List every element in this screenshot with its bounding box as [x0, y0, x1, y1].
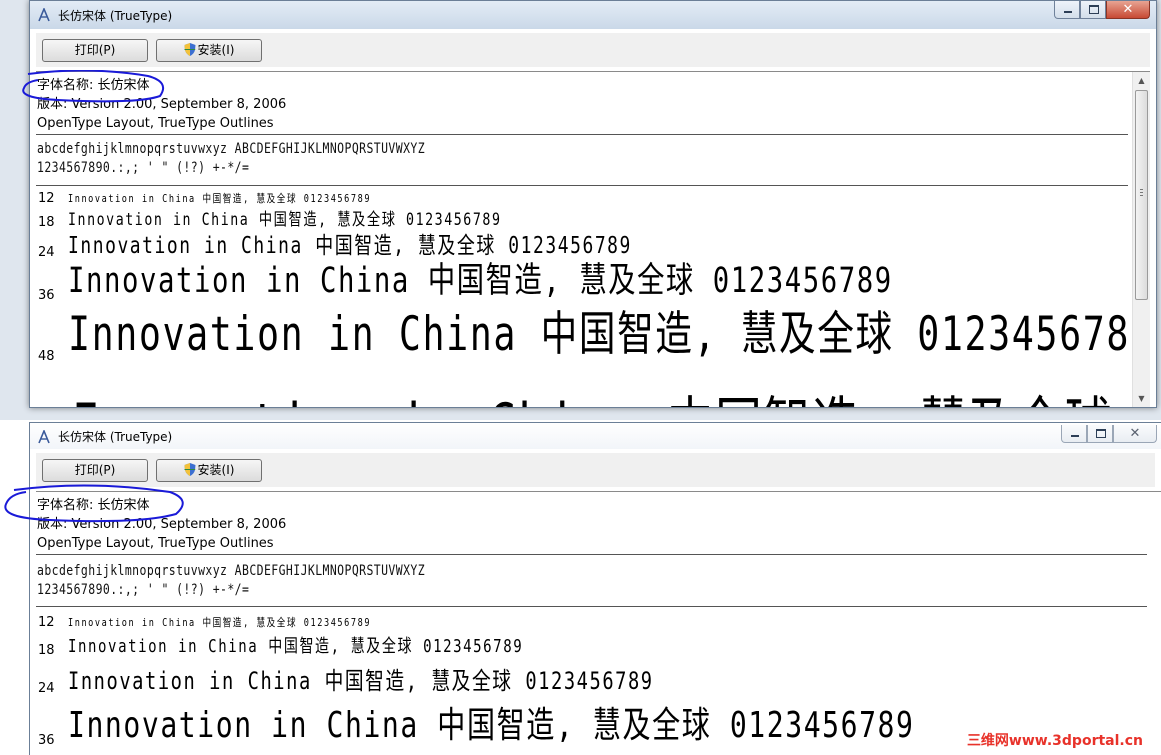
close-icon: ✕	[1129, 426, 1141, 441]
scroll-thumb[interactable]	[1135, 90, 1148, 300]
font-viewer-window-1: 长仿宋体 (TrueType) ✕ 打印(P) 安装(I) 字体名称: 长仿宋体…	[29, 0, 1157, 408]
uac-shield-icon	[184, 463, 196, 476]
minimize-icon	[1071, 435, 1079, 437]
close-icon: ✕	[1122, 2, 1134, 17]
sample-size: 36	[38, 288, 55, 303]
vertical-scrollbar[interactable]: ▲ ▼	[1132, 72, 1150, 407]
divider	[36, 554, 1147, 555]
watermark: 三维网www.3dportal.cn	[966, 733, 1143, 749]
font-name: 字体名称: 长仿宋体	[37, 498, 150, 513]
font-preview-area[interactable]: 字体名称: 长仿宋体 版本: Version 2.00, September 8…	[36, 71, 1150, 407]
font-app-icon	[38, 8, 50, 22]
divider	[36, 185, 1128, 186]
sample-size: 18	[38, 643, 55, 658]
minimize-icon	[1064, 11, 1072, 13]
charset-letters: abcdefghijklmnopqrstuvwxyz ABCDEFGHIJKLM…	[37, 141, 426, 157]
install-label: 安装(I)	[197, 43, 235, 57]
charset-symbols: 1234567890.:,; ' " (!?) +-*/=	[37, 582, 250, 598]
install-label: 安装(I)	[197, 463, 235, 477]
window-controls: ✕	[1054, 1, 1150, 21]
uac-shield-icon	[184, 43, 196, 56]
font-app-icon	[38, 430, 50, 444]
charset-letters: abcdefghijklmnopqrstuvwxyz ABCDEFGHIJKLM…	[37, 563, 426, 579]
print-button[interactable]: 打印(P)	[42, 39, 148, 62]
sample-size: 24	[38, 681, 55, 696]
sample-size: 12	[38, 615, 55, 630]
print-button[interactable]: 打印(P)	[42, 459, 148, 482]
minimize-button[interactable]	[1061, 425, 1087, 443]
font-preview-area[interactable]: 字体名称: 长仿宋体 版本: Version 2.00, September 8…	[36, 491, 1161, 755]
sample-text: Innovation in China 中国智造, 慧及全球 012345678…	[68, 636, 524, 657]
sample-size: 36	[38, 733, 55, 748]
close-button[interactable]: ✕	[1106, 1, 1150, 19]
scroll-up-arrow-icon[interactable]: ▲	[1133, 72, 1150, 89]
maximize-button[interactable]	[1080, 1, 1106, 19]
window-title: 长仿宋体 (TrueType)	[58, 430, 173, 444]
sample-size: 24	[38, 245, 55, 260]
scroll-grip-icon	[1140, 189, 1143, 196]
toolbar: 打印(P) 安装(I)	[36, 453, 1155, 487]
font-viewer-window-2: 长仿宋体 (TrueType) ✕ 打印(P) 安装(I) 字体名称: 长仿宋体…	[29, 422, 1161, 755]
window-controls: ✕	[1061, 425, 1157, 445]
install-button[interactable]: 安装(I)	[156, 459, 262, 482]
charset-preview: abcdefghijklmnopqrstuvwxyz ABCDEFGHIJKLM…	[37, 140, 425, 178]
sample-text: Innovation in China 中国智造, 慧及全球 012345678…	[68, 192, 372, 205]
divider	[36, 606, 1147, 607]
title-bar[interactable]: 长仿宋体 (TrueType) ✕	[30, 423, 1161, 449]
font-version: 版本: Version 2.00, September 8, 2006	[37, 517, 287, 532]
font-info: 字体名称: 长仿宋体 版本: Version 2.00, September 8…	[37, 496, 286, 553]
close-button[interactable]: ✕	[1113, 425, 1157, 443]
sample-text: Innovation in China 中国智造, 慧及全球	[72, 377, 1113, 407]
font-type: OpenType Layout, TrueType Outlines	[37, 116, 274, 131]
font-info: 字体名称: 长仿宋体 版本: Version 2.00, September 8…	[37, 76, 286, 133]
scroll-down-arrow-icon[interactable]: ▼	[1133, 390, 1150, 407]
maximize-button[interactable]	[1087, 425, 1113, 443]
sample-text: Innovation in China 中国智造, 慧及全球 012345678…	[68, 705, 915, 746]
charset-symbols: 1234567890.:,; ' " (!?) +-*/=	[37, 160, 250, 176]
install-button[interactable]: 安装(I)	[156, 39, 262, 62]
sample-text: Innovation in China 中国智造, 慧及全球 012345678…	[68, 307, 1150, 362]
sample-text: Innovation in China 中国智造, 慧及全球 012345678…	[68, 616, 372, 629]
charset-preview: abcdefghijklmnopqrstuvwxyz ABCDEFGHIJKLM…	[37, 562, 425, 600]
maximize-icon	[1096, 429, 1106, 438]
toolbar: 打印(P) 安装(I)	[36, 33, 1150, 67]
window-title: 长仿宋体 (TrueType)	[58, 9, 173, 23]
maximize-icon	[1089, 5, 1099, 14]
title-bar[interactable]: 长仿宋体 (TrueType) ✕	[30, 1, 1156, 29]
sample-size: 12	[38, 191, 55, 206]
font-name: 字体名称: 长仿宋体	[37, 78, 150, 93]
divider	[36, 134, 1128, 135]
minimize-button[interactable]	[1054, 1, 1080, 19]
sample-size: 18	[38, 215, 55, 230]
sample-text: Innovation in China 中国智造, 慧及全球 012345678…	[68, 667, 654, 695]
font-version: 版本: Version 2.00, September 8, 2006	[37, 97, 287, 112]
sample-size: 48	[38, 349, 55, 364]
font-type: OpenType Layout, TrueType Outlines	[37, 536, 274, 551]
